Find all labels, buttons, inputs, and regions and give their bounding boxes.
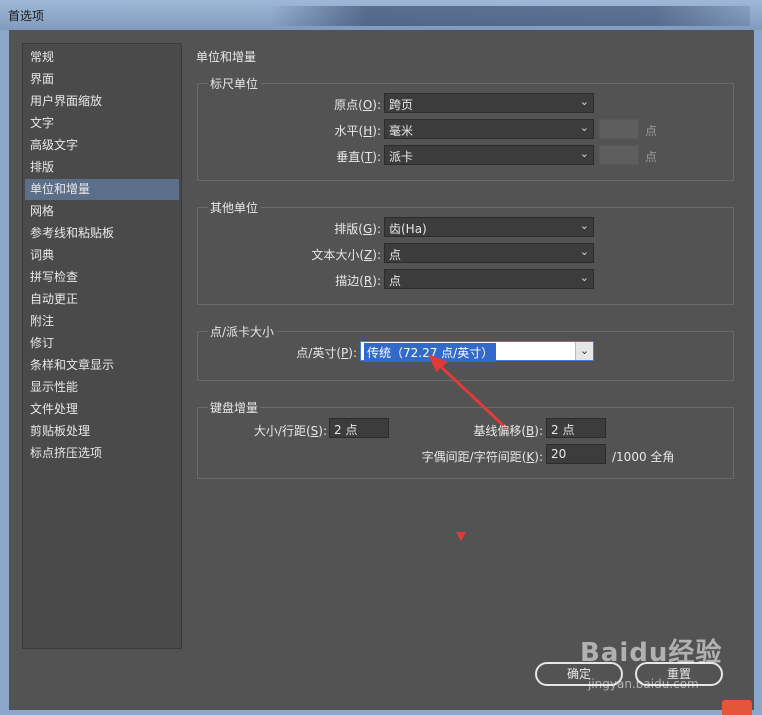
- kerning-tracking-value: 20: [551, 447, 567, 461]
- chevron-down-icon: ⌄: [579, 147, 589, 160]
- window-frame: 常规 界面 用户界面缩放 文字 高级文字 排版 单位和增量 网格 参考线和粘贴板…: [0, 30, 762, 715]
- stroke-value: 点: [389, 274, 402, 288]
- sidebar-item-spelling[interactable]: 拼写检查: [25, 267, 179, 288]
- sidebar-item-units-increments[interactable]: 单位和增量: [25, 179, 179, 200]
- points-inch-label: 点/英寸(P):: [296, 346, 357, 360]
- title-bar: 首选项: [0, 0, 762, 30]
- stroke-select[interactable]: 点 ⌄: [384, 269, 594, 289]
- baseline-shift-label: 基线偏移(B):: [473, 424, 543, 438]
- sidebar-item-general[interactable]: 常规: [25, 47, 179, 68]
- composition-select[interactable]: 齿(Ha) ⌄: [384, 217, 594, 237]
- sidebar-item-display-performance[interactable]: 显示性能: [25, 377, 179, 398]
- sidebar-item-type[interactable]: 文字: [25, 113, 179, 134]
- kerning-tracking-label: 字偶间距/字符间距(K):: [421, 450, 543, 464]
- size-leading-label: 大小/行距(S):: [253, 424, 327, 438]
- vertical-value: 派卡: [389, 150, 414, 164]
- vertical-select[interactable]: 派卡 ⌄: [384, 145, 594, 165]
- vertical-label: 垂直(T):: [336, 150, 381, 164]
- horizontal-unit: 点: [645, 124, 658, 138]
- baseline-shift-value: 2 点: [551, 423, 575, 437]
- point-pica-title: 点/派卡大小: [208, 323, 277, 340]
- sidebar-item-composition[interactable]: 排版: [25, 157, 179, 178]
- keyboard-group: [197, 407, 734, 479]
- vertical-unit: 点: [645, 150, 658, 164]
- horizontal-value: 毫米: [389, 124, 414, 138]
- composition-label: 排版(G):: [334, 222, 381, 236]
- category-list[interactable]: 常规 界面 用户界面缩放 文字 高级文字 排版 单位和增量 网格 参考线和粘贴板…: [22, 43, 182, 649]
- chevron-down-icon: ⌄: [579, 271, 589, 284]
- sidebar-item-interface[interactable]: 界面: [25, 69, 179, 90]
- sidebar-item-grids[interactable]: 网格: [25, 201, 179, 222]
- vertical-custom-input[interactable]: [599, 145, 639, 165]
- sidebar-item-file-handling[interactable]: 文件处理: [25, 399, 179, 420]
- sidebar-item-autocorrect[interactable]: 自动更正: [25, 289, 179, 310]
- watermark-brand: Baidu经验: [580, 638, 723, 668]
- sidebar-item-track-changes[interactable]: 修订: [25, 333, 179, 354]
- size-leading-value: 2 点: [334, 423, 358, 437]
- horizontal-label: 水平(H):: [334, 124, 381, 138]
- watermark-url: jingyan.baidu.com: [588, 677, 699, 691]
- text-size-value: 点: [389, 248, 402, 262]
- origin-select[interactable]: 跨页 ⌄: [384, 93, 594, 113]
- horizontal-select[interactable]: 毫米 ⌄: [384, 119, 594, 139]
- keyboard-title: 键盘增量: [208, 399, 261, 416]
- ruler-units-title: 标尺单位: [208, 75, 261, 92]
- size-leading-input[interactable]: 2 点: [329, 418, 389, 438]
- sidebar-item-notes[interactable]: 附注: [25, 311, 179, 332]
- corner-badge-icon: [722, 700, 752, 715]
- sidebar-item-mojikumi[interactable]: 标点挤压选项: [25, 443, 179, 464]
- text-size-select[interactable]: 点 ⌄: [384, 243, 594, 263]
- chevron-down-icon: ⌄: [579, 219, 589, 232]
- other-units-title: 其他单位: [208, 199, 261, 216]
- chevron-down-icon: ⌄: [575, 342, 593, 360]
- chevron-down-icon: ⌄: [579, 245, 589, 258]
- sidebar-item-advanced-type[interactable]: 高级文字: [25, 135, 179, 156]
- titlebar-background-blur: [270, 6, 750, 26]
- stroke-label: 描边(R):: [335, 274, 381, 288]
- sidebar-item-dictionary[interactable]: 词典: [25, 245, 179, 266]
- sidebar-item-clipboard[interactable]: 剪贴板处理: [25, 421, 179, 442]
- triangle-marker-icon: [456, 532, 466, 541]
- origin-label: 原点(O):: [334, 98, 381, 112]
- text-size-label: 文本大小(Z):: [311, 248, 381, 262]
- window-title: 首选项: [8, 9, 45, 23]
- origin-value: 跨页: [389, 98, 414, 112]
- chevron-down-icon: ⌄: [579, 121, 589, 134]
- baseline-shift-input[interactable]: 2 点: [546, 418, 606, 438]
- horizontal-custom-input[interactable]: [599, 119, 639, 139]
- composition-value: 齿(Ha): [389, 222, 427, 236]
- section-title: 单位和增量: [196, 50, 257, 64]
- kerning-tracking-unit: /1000 全角: [612, 450, 675, 464]
- sidebar-item-guides-pasteboard[interactable]: 参考线和粘贴板: [25, 223, 179, 244]
- chevron-down-icon: ⌄: [579, 95, 589, 108]
- sidebar-item-ui-scaling[interactable]: 用户界面缩放: [25, 91, 179, 112]
- sidebar-item-story-editor[interactable]: 条样和文章显示: [25, 355, 179, 376]
- kerning-tracking-input[interactable]: 20: [546, 444, 606, 464]
- preferences-dialog: 常规 界面 用户界面缩放 文字 高级文字 排版 单位和增量 网格 参考线和粘贴板…: [9, 30, 754, 710]
